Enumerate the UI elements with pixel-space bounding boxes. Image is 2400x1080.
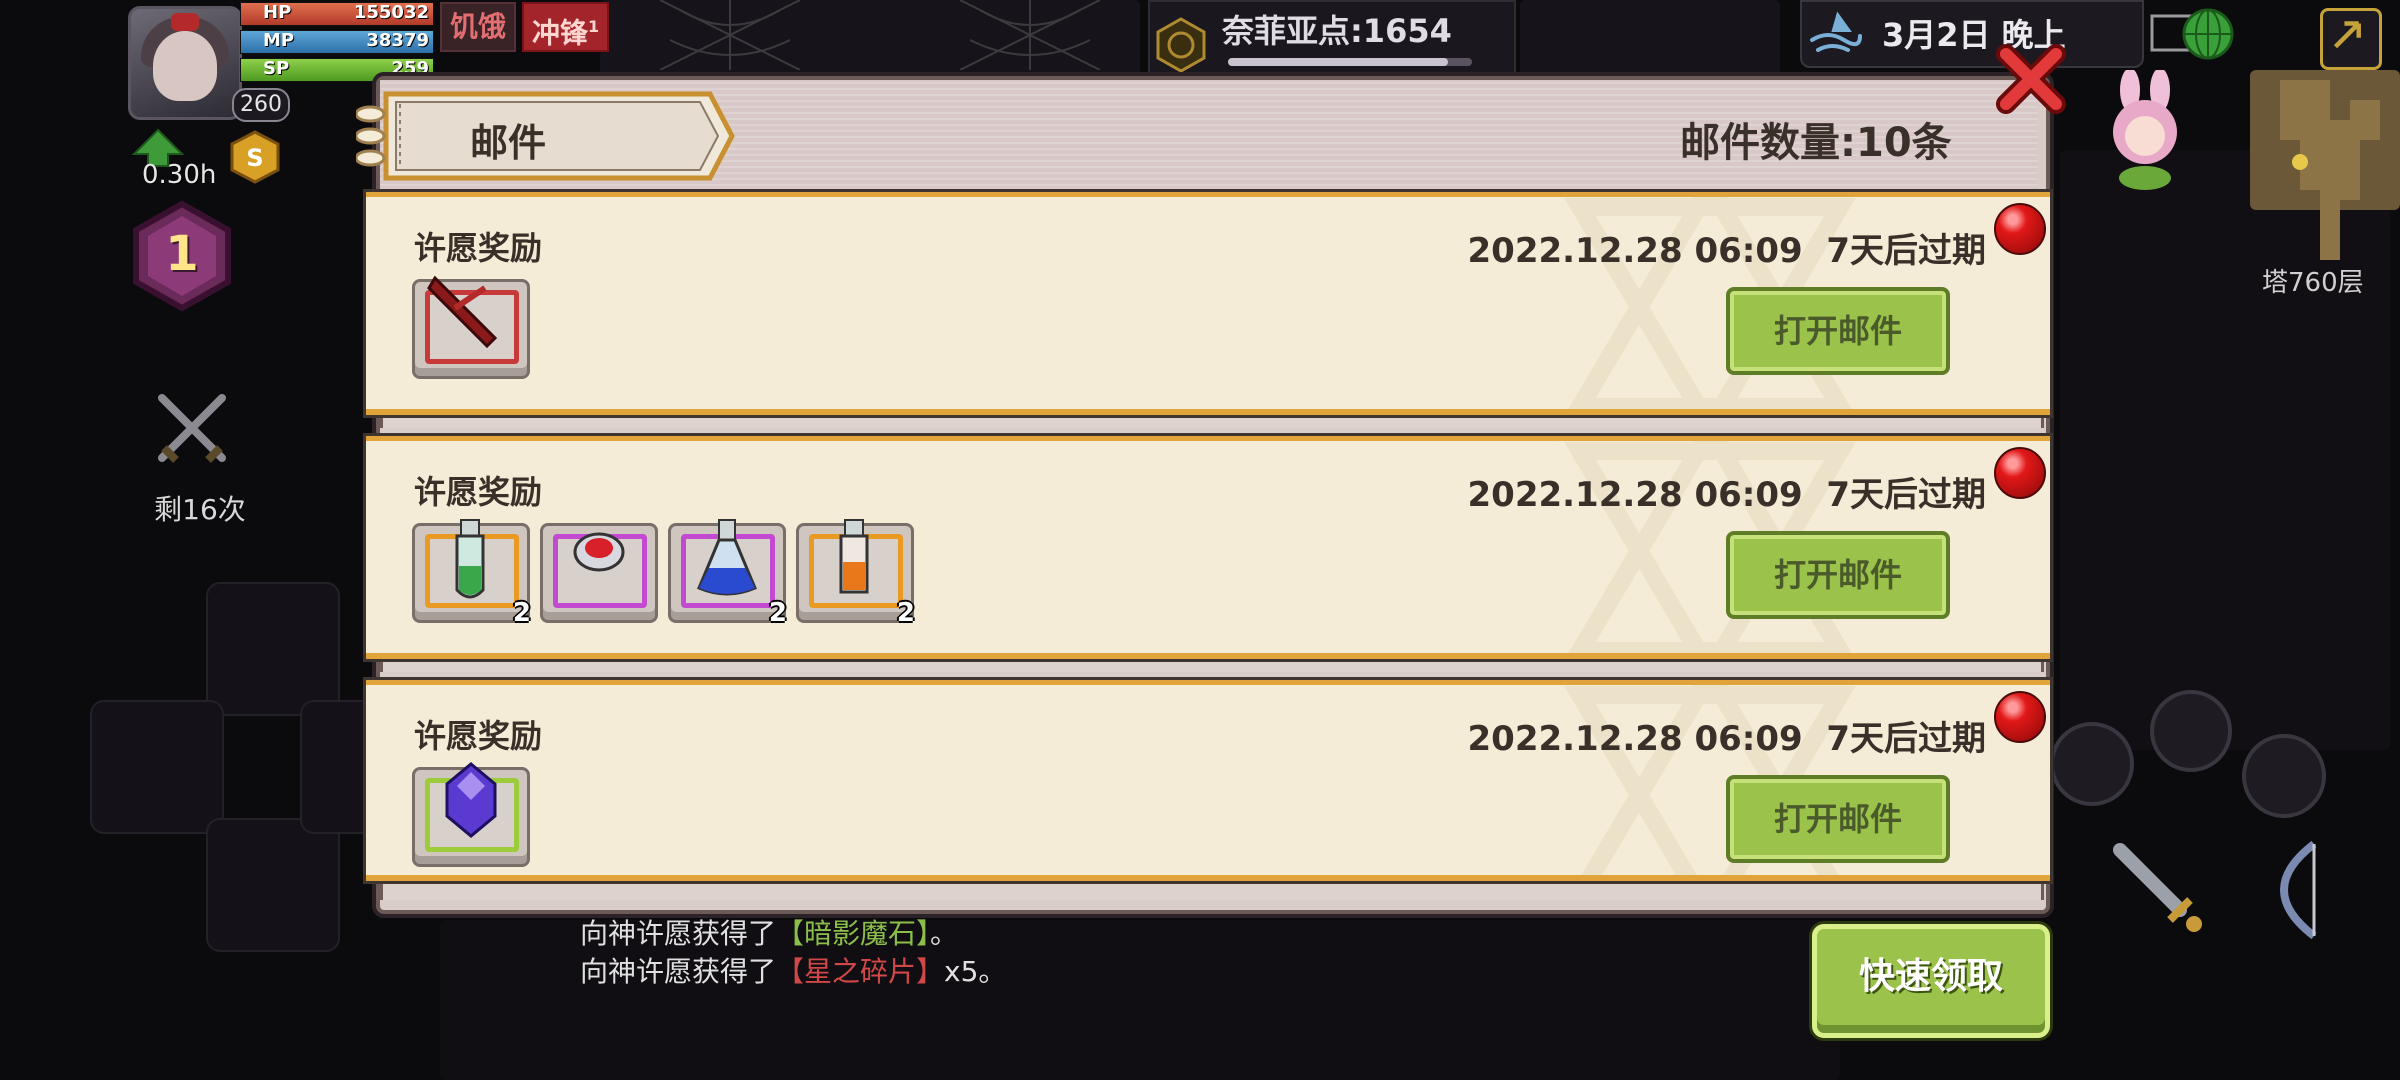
floor-number: 1: [165, 226, 199, 282]
player-level-badge: 260: [232, 88, 290, 122]
reward-count: 2: [896, 598, 915, 628]
mp-label: MP: [263, 30, 295, 51]
nafia-sigil-icon: [1156, 17, 1206, 73]
chat-line-suffix: x5。: [944, 955, 1007, 988]
network-globe-icon[interactable]: [2150, 6, 2234, 64]
reward-count: 2: [512, 598, 531, 628]
dpad-left[interactable]: [90, 700, 224, 834]
chat-line: 向神许愿获得了【暗影魔石】。: [580, 912, 958, 952]
weather-wind-icon: [1810, 11, 1862, 52]
spider-web-icon: [660, 0, 800, 70]
status-charge-stack: 1: [588, 17, 600, 36]
chat-line: 向神许愿获得了【星之碎片】x5。: [580, 950, 1006, 990]
reward-slot[interactable]: [412, 762, 530, 867]
orange-potion-icon: [839, 519, 869, 594]
reward-count: 2: [768, 598, 787, 628]
unread-indicator: [1994, 447, 2046, 499]
reward-slot[interactable]: 2: [668, 519, 787, 628]
gold-coin-icon[interactable]: S: [228, 130, 282, 184]
open-mail-button[interactable]: 打开邮件: [1726, 531, 1950, 619]
purple-crystal-icon: [445, 762, 497, 838]
chat-line-text: 向神许愿获得了: [580, 955, 777, 988]
buff-timer: 0.30h: [142, 160, 217, 190]
hourglass-icon[interactable]: [2242, 734, 2326, 818]
hp-value: 155032: [353, 2, 429, 23]
dpad-up[interactable]: [206, 582, 340, 716]
status-charge-tag[interactable]: 冲锋1: [522, 2, 610, 52]
mail-count: 邮件数量:10条: [1680, 120, 1952, 166]
mail-item-date: 2022.12.28 06:09 7天后过期: [1467, 719, 1986, 759]
bunny-npc-icon[interactable]: [2090, 70, 2200, 190]
minimap[interactable]: [2270, 80, 2390, 260]
chat-line-item: 【暗影魔石】: [776, 917, 931, 950]
mp-bar: MP 38379: [240, 30, 434, 54]
remaining-count: 剩16次: [154, 493, 246, 526]
reward-slot[interactable]: 2: [412, 519, 531, 628]
tower-floor-label: 塔760层: [2262, 268, 2364, 298]
mail-item[interactable]: 许愿奖励 2022.12.28 06:09 7天后过期 打开邮件: [366, 192, 2050, 415]
open-mail-button[interactable]: 打开邮件: [1726, 775, 1950, 863]
mail-item-title: 许愿奖励: [414, 229, 543, 267]
reward-slot[interactable]: 2: [796, 519, 915, 628]
chat-line-item: 【星之碎片】: [776, 955, 945, 988]
unread-indicator: [1994, 203, 2046, 255]
mail-item-date: 2022.12.28 06:09 7天后过期: [1467, 475, 1986, 515]
svg-text:S: S: [246, 144, 263, 172]
exit-window-icon[interactable]: [2320, 8, 2382, 70]
reward-slot[interactable]: [412, 275, 530, 379]
chat-line-suffix: 。: [930, 917, 959, 950]
hp-bar: HP 155032: [240, 2, 434, 26]
mail-item-title: 许愿奖励: [414, 717, 543, 755]
chat-line-text: 向神许愿获得了: [580, 917, 777, 950]
mail-item[interactable]: 许愿奖励 2022.12.28 06:09 7天后过期 2 2 2 打开邮件: [366, 436, 2050, 659]
mail-title: 邮件: [470, 121, 547, 165]
sp-label: SP: [263, 58, 290, 79]
mail-item-date: 2022.12.28 06:09 7天后过期: [1467, 231, 1986, 271]
unread-indicator: [1994, 691, 2046, 743]
dpad-down[interactable]: [206, 818, 340, 952]
crossed-swords-icon[interactable]: [152, 388, 232, 468]
status-charge-label: 冲锋: [532, 16, 589, 50]
green-potion-icon: [455, 519, 485, 599]
quick-claim-button[interactable]: 快速领取: [1812, 924, 2050, 1038]
player-portrait[interactable]: [128, 6, 242, 120]
bow-weapon-icon[interactable]: [2244, 838, 2344, 942]
red-orb-icon: [573, 532, 625, 572]
open-mail-button[interactable]: 打开邮件: [1726, 287, 1950, 375]
red-blade-icon: [427, 275, 498, 349]
spider-web-icon: [960, 0, 1100, 70]
nafia-points-text: 奈菲亚点:1654: [1222, 12, 1452, 50]
reward-slot[interactable]: [540, 523, 658, 623]
mail-item-title: 许愿奖励: [414, 473, 543, 511]
hp-label: HP: [263, 2, 292, 23]
swirl-skill-icon[interactable]: [2050, 722, 2134, 806]
close-icon[interactable]: [1994, 42, 2068, 116]
mp-value: 38379: [366, 30, 429, 51]
sword-attack-icon[interactable]: [2110, 840, 2210, 940]
search-skill-icon[interactable]: [2150, 690, 2232, 772]
status-hunger-tag[interactable]: 饥饿: [440, 2, 517, 52]
mail-item[interactable]: 许愿奖励 2022.12.28 06:09 7天后过期 打开邮件: [366, 680, 2050, 881]
blue-flask-icon: [697, 519, 757, 596]
nafia-progress-bar: [1228, 58, 1472, 66]
